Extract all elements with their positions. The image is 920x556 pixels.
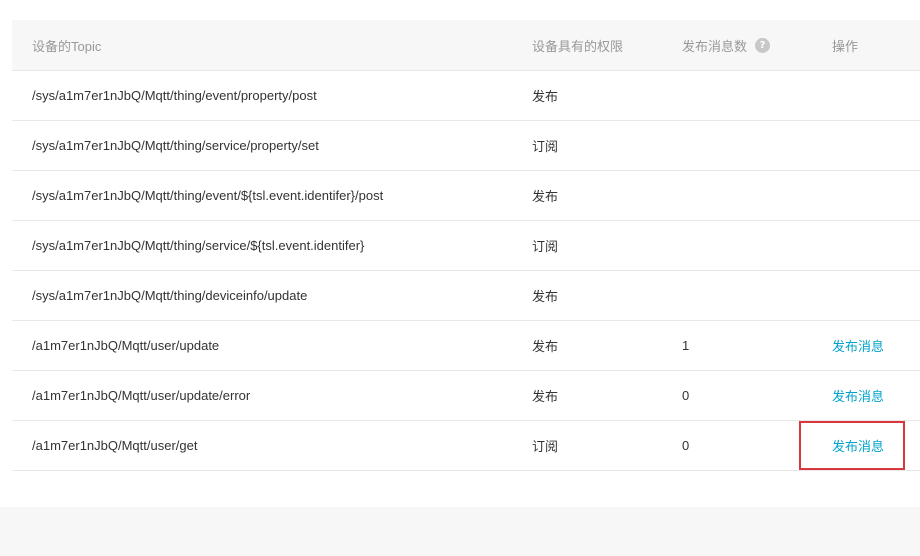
table-header: 设备的Topic 设备具有的权限 发布消息数 ? 操作 xyxy=(12,20,920,71)
permission-cell: 发布 xyxy=(532,339,559,354)
topic-cell: /sys/a1m7er1nJbQ/Mqtt/thing/service/prop… xyxy=(32,138,319,153)
table-row: /sys/a1m7er1nJbQ/Mqtt/thing/deviceinfo/u… xyxy=(12,271,920,321)
publish-message-link[interactable]: 发布消息 xyxy=(832,386,884,405)
table-row: /sys/a1m7er1nJbQ/Mqtt/thing/event/${tsl.… xyxy=(12,171,920,221)
permission-cell: 发布 xyxy=(532,289,559,304)
question-circle-icon[interactable]: ? xyxy=(755,37,771,53)
header-topic: 设备的Topic xyxy=(32,38,102,54)
topic-cell: /sys/a1m7er1nJbQ/Mqtt/thing/event/${tsl.… xyxy=(32,188,384,203)
table-row: /sys/a1m7er1nJbQ/Mqtt/thing/service/${ts… xyxy=(12,221,920,271)
permission-cell: 发布 xyxy=(532,89,559,104)
permission-cell: 发布 xyxy=(532,389,559,404)
page-footer-area xyxy=(0,507,920,556)
operation-cell: 发布消息 xyxy=(832,321,884,370)
table-row: /a1m7er1nJbQ/Mqtt/user/update 发布 1 发布消息 xyxy=(12,321,920,371)
topic-cell: /sys/a1m7er1nJbQ/Mqtt/thing/deviceinfo/u… xyxy=(32,288,308,303)
header-count: 发布消息数 ? xyxy=(682,20,771,70)
permission-cell: 发布 xyxy=(532,189,559,204)
header-permission: 设备具有的权限 xyxy=(532,38,624,54)
permission-cell: 订阅 xyxy=(532,439,559,454)
count-cell: 0 xyxy=(682,438,690,453)
permission-cell: 订阅 xyxy=(532,239,559,254)
operation-cell: 发布消息 xyxy=(832,421,884,470)
topic-cell: /a1m7er1nJbQ/Mqtt/user/update/error xyxy=(32,388,251,403)
topic-cell: /sys/a1m7er1nJbQ/Mqtt/thing/service/${ts… xyxy=(32,238,365,253)
operation-cell: 发布消息 xyxy=(832,371,884,420)
header-operation: 操作 xyxy=(832,38,859,54)
table-row: /sys/a1m7er1nJbQ/Mqtt/thing/service/prop… xyxy=(12,121,920,171)
topic-table: 设备的Topic 设备具有的权限 发布消息数 ? 操作 /sys/a1m7er1… xyxy=(12,20,920,471)
topic-cell: /sys/a1m7er1nJbQ/Mqtt/thing/event/proper… xyxy=(32,88,317,103)
publish-message-link[interactable]: 发布消息 xyxy=(832,336,884,355)
publish-message-link[interactable]: 发布消息 xyxy=(832,436,884,455)
table-row: /a1m7er1nJbQ/Mqtt/user/update/error 发布 0… xyxy=(12,371,920,421)
permission-cell: 订阅 xyxy=(532,139,559,154)
count-cell: 0 xyxy=(682,388,690,403)
count-cell: 1 xyxy=(682,338,690,353)
table-row: /sys/a1m7er1nJbQ/Mqtt/thing/event/proper… xyxy=(12,71,920,121)
table-row: /a1m7er1nJbQ/Mqtt/user/get 订阅 0 发布消息 xyxy=(12,421,920,471)
topic-cell: /a1m7er1nJbQ/Mqtt/user/update xyxy=(32,338,220,353)
topic-cell: /a1m7er1nJbQ/Mqtt/user/get xyxy=(32,438,198,453)
header-count-label: 发布消息数 xyxy=(682,38,748,54)
